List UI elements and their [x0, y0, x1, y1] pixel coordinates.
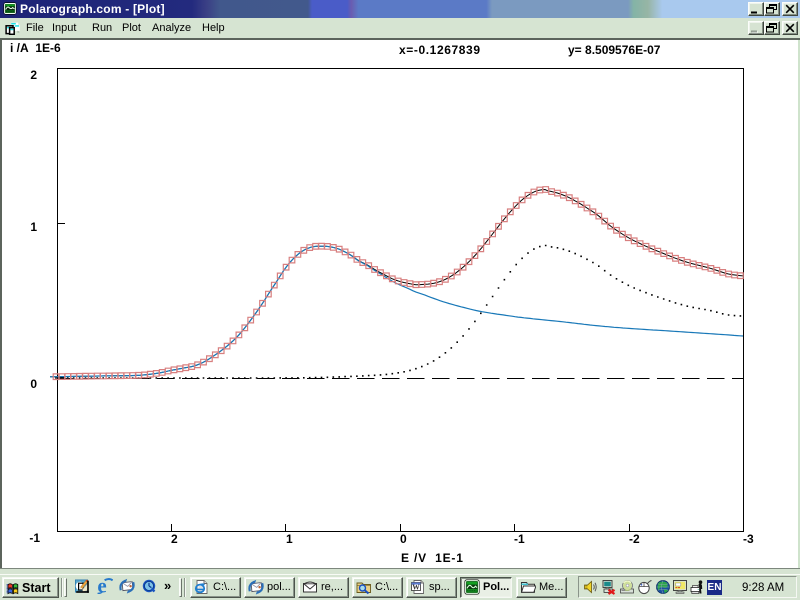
svg-text:W: W	[412, 583, 420, 592]
